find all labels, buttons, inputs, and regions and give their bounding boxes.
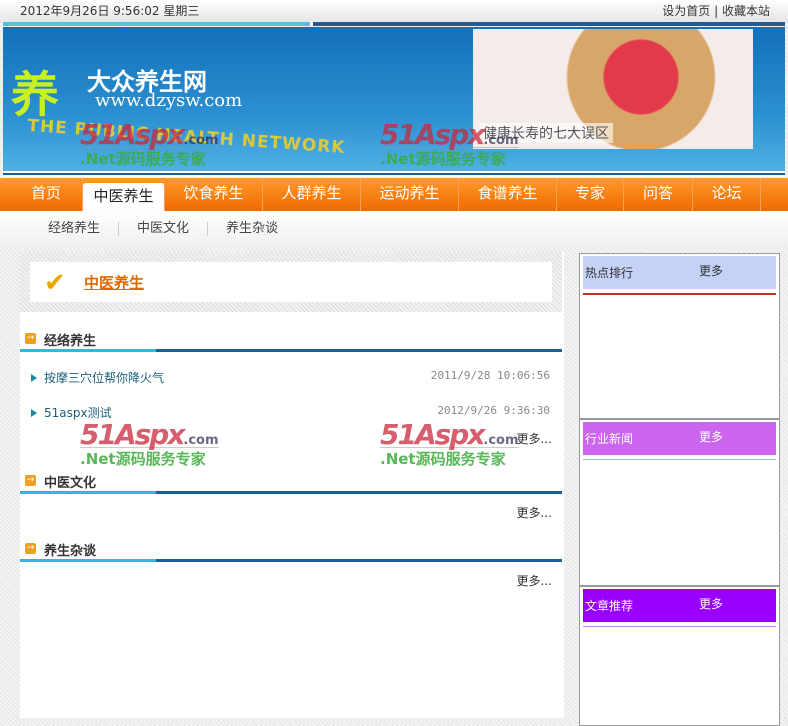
promo-caption[interactable]: 健康长寿的七大误区 — [479, 123, 613, 143]
quill-icon: ✔ — [44, 268, 66, 298]
nav-home[interactable]: 首页 — [10, 178, 83, 211]
separator: | — [714, 4, 719, 18]
section-meridian: → 经络养生 按摩三穴位帮你降火气 2011/9/28 10:06:56 51asp… — [20, 328, 562, 447]
sidebar-title: 文章推荐 — [585, 599, 634, 613]
nav-qa[interactable]: 问答 — [624, 178, 693, 211]
subnav-meridian[interactable]: 经络养生 — [30, 221, 120, 236]
breadcrumb: ✔ 中医养生 — [20, 252, 562, 312]
more-link[interactable]: 更多 — [699, 428, 723, 445]
banner: 养 大众养生网 www.dzysw.com THE PUBLIC HEALTH … — [3, 27, 785, 171]
sidebar-title: 行业新闻 — [585, 432, 634, 446]
promo-image[interactable]: 健康长寿的七大误区 — [473, 29, 753, 149]
article-link[interactable]: 51aspx测试 — [44, 404, 112, 421]
section-talk: → 养生杂谈 更多... — [20, 538, 562, 589]
arrow-icon: → — [25, 333, 36, 344]
divider — [3, 171, 785, 177]
top-bar: 2012年9月26日 9:56:02 星期三 设为首页 | 收藏本站 — [0, 0, 788, 22]
section-culture: → 中医文化 更多... — [20, 470, 562, 521]
list-item: 51aspx测试 2012/9/26 9:36:30 — [20, 395, 562, 430]
article-link[interactable]: 按摩三穴位帮你降火气 — [44, 369, 164, 386]
section-title: 养生杂谈 — [44, 544, 97, 559]
page-title[interactable]: 中医养生 — [84, 272, 144, 293]
subnav-talk[interactable]: 养生杂谈 — [208, 221, 296, 236]
list-item: 按摩三穴位帮你降火气 2011/9/28 10:06:56 — [20, 360, 562, 395]
nav-tcm[interactable]: 中医养生 — [83, 183, 165, 211]
more-link[interactable]: 更多 — [699, 262, 723, 279]
main-nav: 首页 中医养生 饮食养生 人群养生 运动养生 食谱养生 专家 问答 论坛 — [0, 178, 788, 211]
sidebar-hot: 热点排行 更多 — [579, 253, 780, 419]
arrow-icon: → — [25, 543, 36, 554]
nav-diet[interactable]: 饮食养生 — [165, 178, 263, 211]
arrow-icon: → — [25, 475, 36, 486]
logo: 养 — [11, 67, 60, 123]
sidebar-recommend: 文章推荐 更多 — [579, 586, 780, 726]
sidebar-title: 热点排行 — [585, 266, 634, 280]
main-content: ✔ 中医养生 → 经络养生 按摩三穴位帮你降火气 2011/9/28 10:06:5… — [20, 252, 564, 718]
section-title: 经络养生 — [44, 334, 97, 349]
divider — [3, 22, 785, 26]
nav-recipes[interactable]: 食谱养生 — [459, 178, 557, 211]
bookmark-link[interactable]: 收藏本站 — [722, 4, 770, 18]
more-link[interactable]: 更多 — [699, 595, 723, 612]
nav-groups[interactable]: 人群养生 — [263, 178, 361, 211]
site-english-name: THE PUBLIC HEALTH NETWORK — [26, 115, 347, 159]
nav-forum[interactable]: 论坛 — [693, 178, 761, 211]
subnav-culture[interactable]: 中医文化 — [119, 221, 209, 236]
nav-sports[interactable]: 运动养生 — [361, 178, 459, 211]
divider — [583, 626, 776, 627]
article-date: 2012/9/26 9:36:30 — [437, 404, 550, 417]
bullet-icon — [31, 409, 37, 417]
nav-experts[interactable]: 专家 — [557, 178, 624, 211]
bullet-icon — [31, 374, 37, 382]
sidebar-news: 行业新闻 更多 — [579, 419, 780, 586]
set-home-link[interactable]: 设为首页 — [662, 4, 710, 18]
article-date: 2011/9/28 10:06:56 — [430, 369, 550, 382]
more-link[interactable]: 更多... — [20, 430, 562, 447]
section-title: 中医文化 — [44, 476, 97, 491]
sub-nav: 经络养生 中医文化 养生杂谈 — [0, 211, 788, 246]
site-url: www.dzysw.com — [95, 90, 243, 111]
more-link[interactable]: 更多... — [20, 572, 562, 589]
divider — [583, 459, 776, 460]
more-link[interactable]: 更多... — [20, 504, 562, 521]
divider — [583, 293, 776, 295]
current-datetime: 2012年9月26日 9:56:02 星期三 — [20, 4, 200, 18]
